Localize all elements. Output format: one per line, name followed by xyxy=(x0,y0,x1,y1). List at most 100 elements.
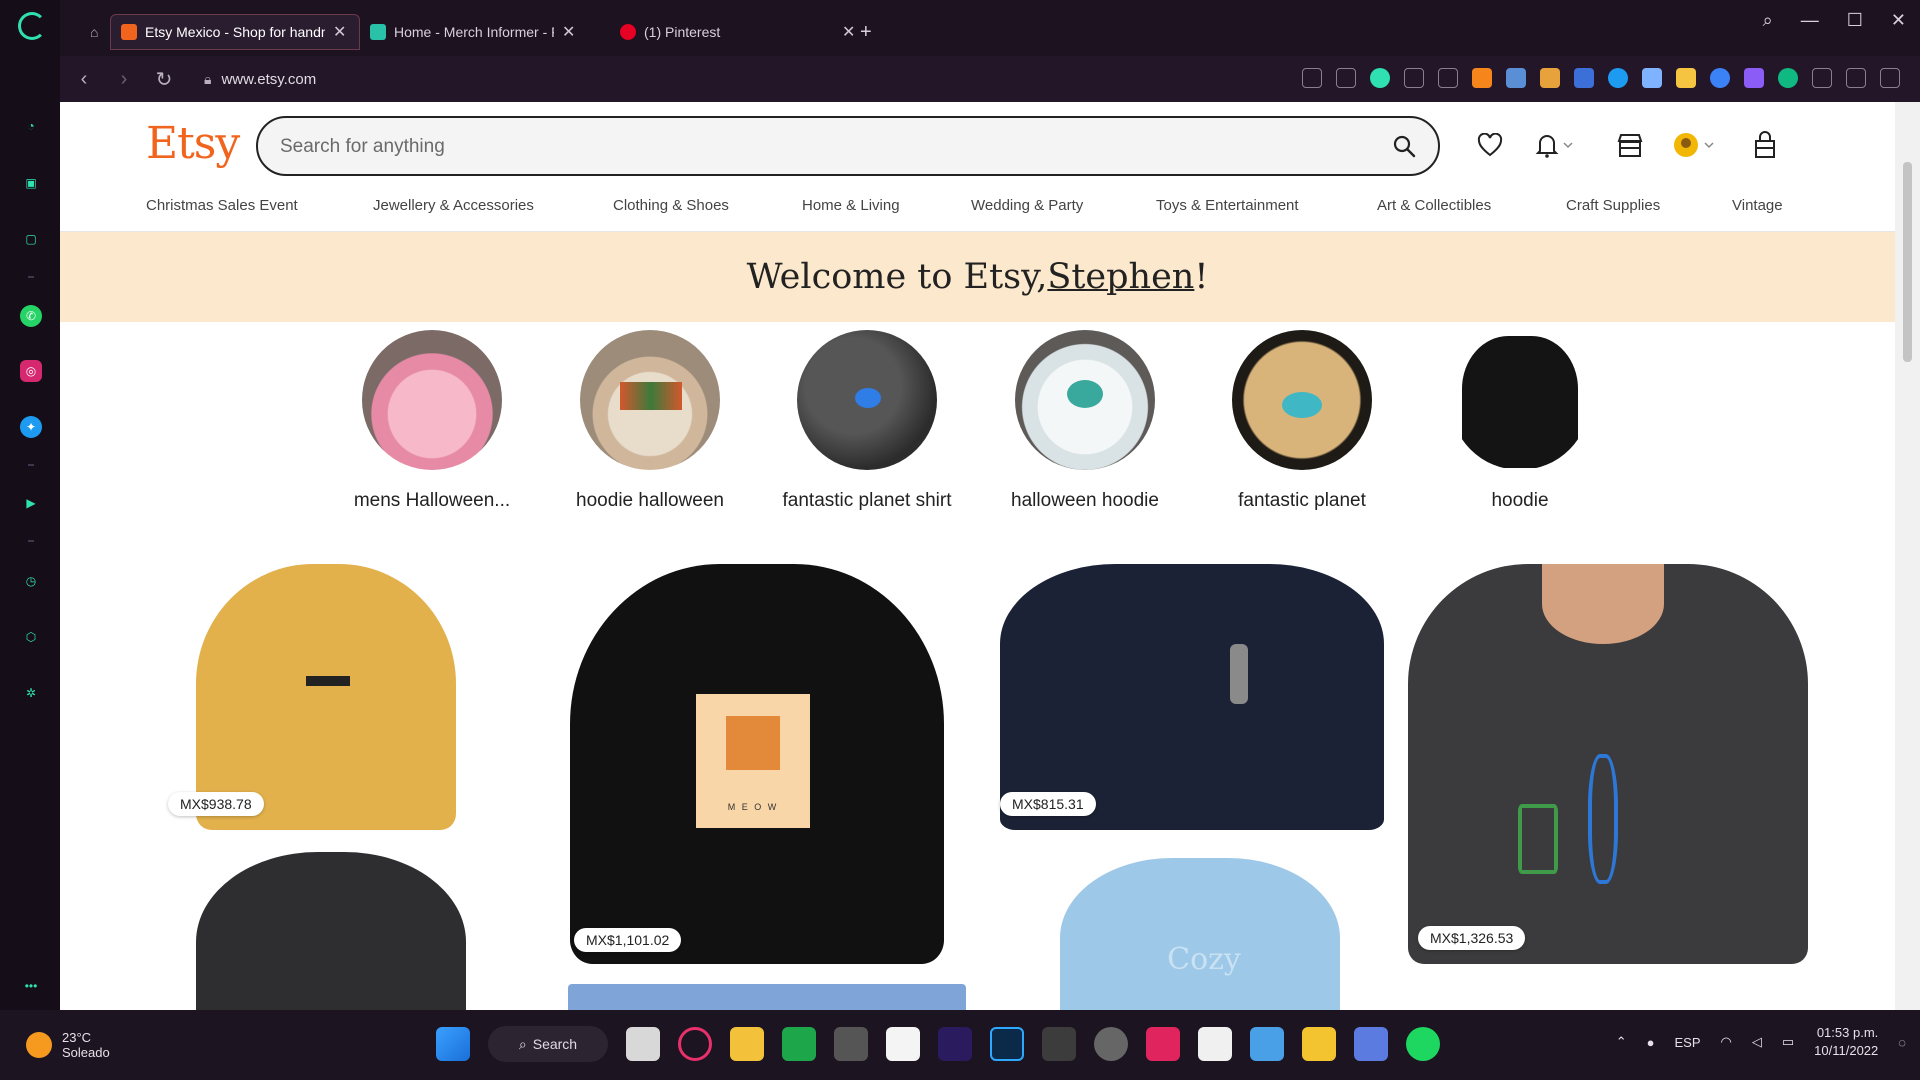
recent-search-image[interactable] xyxy=(580,330,720,470)
recent-search-label[interactable]: fantastic planet shirt xyxy=(777,488,957,513)
capcut-icon[interactable] xyxy=(1198,1027,1232,1061)
history-icon[interactable]: ◷ xyxy=(20,570,42,592)
category-toys[interactable]: Toys & Entertainment xyxy=(1156,197,1299,214)
extension-icon[interactable] xyxy=(1744,68,1764,88)
settings-gear-icon[interactable]: ✲ xyxy=(20,682,42,704)
volume-icon[interactable]: ◁ xyxy=(1752,1034,1762,1050)
maximize-icon[interactable]: ☐ xyxy=(1847,10,1863,31)
vpn-shield-icon[interactable] xyxy=(1370,68,1390,88)
recent-search-item[interactable]: hoodie xyxy=(1430,330,1610,513)
extension-icon[interactable] xyxy=(1506,68,1526,88)
recent-search-image[interactable] xyxy=(797,330,937,470)
mail-icon[interactable] xyxy=(1250,1027,1284,1061)
store-icon[interactable] xyxy=(1302,1027,1336,1061)
close-tab-icon[interactable]: ✕ xyxy=(562,22,575,42)
notification-center-icon[interactable]: ◌ xyxy=(1898,1035,1906,1050)
cube-icon[interactable]: ⬡ xyxy=(20,626,42,648)
taskbar-search-button[interactable]: ⌕ Search xyxy=(488,1026,608,1062)
recent-search-image[interactable] xyxy=(1015,330,1155,470)
recent-search-item[interactable]: hoodie halloween xyxy=(560,330,740,513)
tray-chevron-icon[interactable]: ⌃ xyxy=(1616,1034,1627,1050)
recent-search-label[interactable]: hoodie halloween xyxy=(560,488,740,513)
recent-search-item[interactable]: mens Halloween... xyxy=(342,330,522,513)
category-vintage[interactable]: Vintage xyxy=(1732,197,1783,214)
recent-search-item[interactable]: fantastic planet shirt xyxy=(777,330,957,513)
extension-icon[interactable] xyxy=(1676,68,1696,88)
player-icon[interactable]: ▶ xyxy=(20,492,42,514)
product-card[interactable]: MX$1,326.53 xyxy=(1408,564,1808,964)
category-jewellery[interactable]: Jewellery & Accessories xyxy=(373,197,534,214)
forward-arrow-icon[interactable]: › xyxy=(104,68,144,91)
product-image[interactable] xyxy=(196,564,456,830)
tab-toggle[interactable]: ⌂ xyxy=(80,14,108,50)
language-indicator[interactable]: ESP xyxy=(1675,1035,1701,1050)
cart-bag-icon[interactable] xyxy=(1750,130,1780,160)
product-image[interactable] xyxy=(1060,858,1340,1010)
account-avatar[interactable] xyxy=(1672,130,1718,160)
etsy-logo[interactable]: Etsy xyxy=(146,118,240,169)
send-icon[interactable] xyxy=(1404,68,1424,88)
minimize-icon[interactable]: — xyxy=(1801,10,1819,31)
microphone-icon[interactable]: ● xyxy=(1647,1035,1655,1050)
recent-search-image[interactable] xyxy=(362,330,502,470)
opera-gx-taskbar-icon[interactable] xyxy=(678,1027,712,1061)
tiktok-icon[interactable] xyxy=(1146,1027,1180,1061)
extension-icon[interactable] xyxy=(1710,68,1730,88)
extension-icon[interactable] xyxy=(1302,68,1322,88)
product-card[interactable]: MX$938.78 xyxy=(156,564,510,830)
recent-search-label[interactable]: fantastic planet xyxy=(1212,488,1392,513)
notepad-icon[interactable] xyxy=(886,1027,920,1061)
product-card[interactable] xyxy=(568,984,966,1010)
reload-icon[interactable]: ↻ xyxy=(144,67,184,92)
close-tab-icon[interactable]: ✕ xyxy=(333,22,346,42)
app-icon[interactable] xyxy=(1042,1027,1076,1061)
metamask-icon[interactable] xyxy=(1472,68,1492,88)
tab-etsy[interactable]: Etsy Mexico - Shop for handmade ✕ xyxy=(110,14,360,50)
recent-search-item[interactable]: halloween hoodie xyxy=(995,330,1175,513)
new-tab-button[interactable]: + xyxy=(850,14,882,50)
recent-search-item[interactable]: fantastic planet xyxy=(1212,330,1392,513)
tab-pinterest[interactable]: (1) Pinterest ✕ xyxy=(610,14,890,50)
notifications-bell-icon[interactable] xyxy=(1532,130,1576,160)
file-explorer-icon[interactable] xyxy=(730,1027,764,1061)
product-card[interactable]: Cozy xyxy=(1020,852,1380,1010)
premiere-pro-icon[interactable] xyxy=(938,1027,972,1061)
app-icon[interactable] xyxy=(1354,1027,1388,1061)
category-clothing[interactable]: Clothing & Shoes xyxy=(613,197,729,214)
messenger-icon[interactable]: ▢ xyxy=(20,228,42,250)
search-bar[interactable] xyxy=(256,116,1440,176)
recent-search-label[interactable]: mens Halloween... xyxy=(342,488,522,513)
close-window-icon[interactable]: ✕ xyxy=(1891,10,1906,31)
product-card[interactable] xyxy=(156,852,510,1010)
menu-icon[interactable] xyxy=(1880,68,1900,88)
spotify-icon[interactable] xyxy=(1406,1027,1440,1061)
lock-icon[interactable]: 🔒︎ xyxy=(204,71,211,88)
recent-search-label[interactable]: halloween hoodie xyxy=(995,488,1175,513)
whatsapp-icon[interactable]: ✆ xyxy=(20,305,42,327)
search-tabs-icon[interactable]: ⌕ xyxy=(1763,10,1773,31)
shop-manager-icon[interactable] xyxy=(1615,130,1645,160)
url-field[interactable]: www.etsy.com xyxy=(221,71,316,88)
heart-icon[interactable] xyxy=(1438,68,1458,88)
recent-search-image[interactable] xyxy=(1450,330,1590,470)
category-wedding-party[interactable]: Wedding & Party xyxy=(971,197,1083,214)
recent-search-image[interactable] xyxy=(1232,330,1372,470)
extension-icon[interactable] xyxy=(1574,68,1594,88)
recent-search-label[interactable]: hoodie xyxy=(1430,488,1610,513)
welcome-user-name[interactable]: Stephen xyxy=(1047,257,1194,297)
battery-icon[interactable]: ▭ xyxy=(1782,1034,1794,1050)
instagram-icon[interactable]: ◎ xyxy=(20,360,42,382)
extension-icon[interactable] xyxy=(1778,68,1798,88)
favorites-heart-icon[interactable] xyxy=(1475,130,1505,160)
tab-merch-informer[interactable]: Home - Merch Informer - Find ✕ xyxy=(360,14,610,50)
page-scrollbar[interactable] xyxy=(1895,102,1920,1010)
speed-dial-icon[interactable]: ◔ xyxy=(20,115,42,137)
app-icon[interactable] xyxy=(834,1027,868,1061)
wifi-icon[interactable]: ◠ xyxy=(1721,1034,1732,1050)
category-christmas-sales[interactable]: Christmas Sales Event xyxy=(146,197,298,214)
more-dots-icon[interactable]: ••• xyxy=(20,975,42,997)
search-icon[interactable] xyxy=(1392,134,1416,158)
camera-icon[interactable] xyxy=(1336,68,1356,88)
extension-icon[interactable] xyxy=(1608,68,1628,88)
product-card[interactable]: M E O W MX$1,101.02 xyxy=(564,564,950,964)
